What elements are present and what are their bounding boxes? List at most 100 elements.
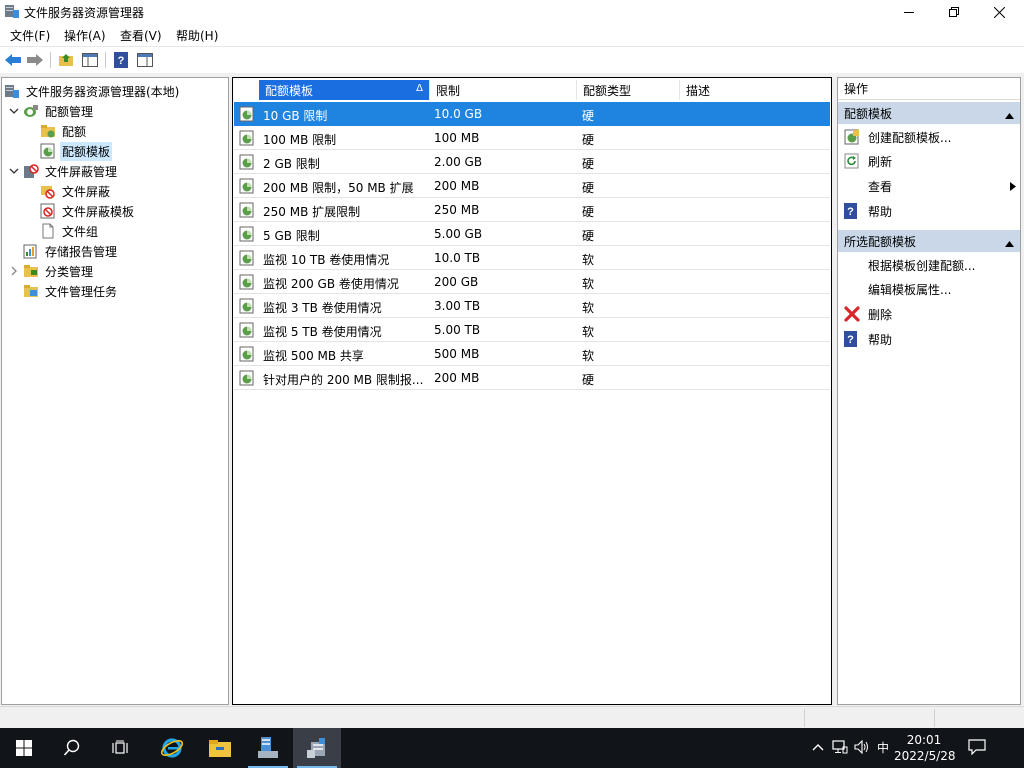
column-header-template[interactable]: 配额模板 Δ — [259, 80, 430, 100]
create-quota-template-action[interactable]: 创建配额模板... — [844, 125, 1020, 149]
tree-item-quota-template[interactable]: 配额模板 — [40, 141, 113, 161]
tree-label: 文件屏蔽模板 — [62, 204, 135, 219]
help-action[interactable]: ? 帮助 — [844, 199, 1020, 223]
clock[interactable]: 20:01 2022/5/28 — [894, 732, 956, 764]
table-row[interactable]: 监视 10 TB 卷使用情况 10.0 TB 软 — [234, 246, 830, 270]
column-header-quota-type[interactable]: 配额类型 — [577, 80, 680, 100]
tree-item-quota[interactable]: 配额 — [40, 121, 88, 141]
internet-explorer-icon — [160, 738, 184, 758]
column-header-description[interactable]: 描述 — [680, 80, 830, 100]
tree-item-file-screen-management[interactable]: 文件屏蔽管理 — [8, 161, 119, 181]
forward-arrow-icon[interactable] — [25, 51, 45, 69]
column-header-limit[interactable]: 限制 — [430, 80, 577, 100]
tree-item-file-screen[interactable]: 文件屏蔽 — [40, 181, 112, 201]
file-server-resource-manager-button[interactable] — [293, 728, 341, 768]
edit-template-properties-action[interactable]: 编辑模板属性... — [844, 277, 1020, 301]
clock-time: 20:01 — [906, 733, 942, 747]
menu-view[interactable]: 查看(V) — [118, 27, 164, 44]
refresh-action[interactable]: 刷新 — [844, 149, 1020, 173]
table-row[interactable]: 监视 500 MB 共享 500 MB 软 — [234, 342, 830, 366]
tree-item-file-management-tasks[interactable]: 文件管理任务 — [23, 281, 119, 301]
file-server-icon — [4, 83, 20, 99]
collapse-up-icon[interactable] — [1005, 108, 1014, 122]
show-hide-action-pane-icon[interactable] — [135, 51, 155, 69]
cell-quota-type: 硬 — [582, 373, 595, 387]
start-button[interactable] — [0, 728, 48, 768]
cell-quota-type: 硬 — [582, 205, 595, 219]
network-icon[interactable] — [832, 740, 848, 757]
table-row[interactable]: 2 GB 限制 2.00 GB 硬 — [234, 150, 830, 174]
section-selected-quota-template[interactable]: 所选配额模板 — [838, 230, 1020, 252]
file-server-icon — [307, 738, 325, 758]
tree-item-storage-reports[interactable]: 存储报告管理 — [23, 241, 119, 261]
search-button[interactable] — [48, 728, 96, 768]
create-quota-from-template-action[interactable]: 根据模板创建配额... — [844, 253, 1020, 277]
toolbar: ? — [0, 46, 1024, 73]
tree-item-root[interactable]: 文件服务器资源管理器(本地) — [4, 81, 181, 101]
collapse-up-icon[interactable] — [1005, 236, 1014, 250]
action-label: 帮助 — [868, 332, 893, 347]
menu-bar: 文件(F) 操作(A) 查看(V) 帮助(H) — [0, 24, 1024, 45]
view-action[interactable]: 查看 — [844, 174, 1020, 198]
show-hidden-icons-chevron-up-icon[interactable] — [812, 740, 824, 754]
help-icon[interactable]: ? — [111, 51, 131, 69]
table-row[interactable]: 5 GB 限制 5.00 GB 硬 — [234, 222, 830, 246]
table-row[interactable]: 100 MB 限制 100 MB 硬 — [234, 126, 830, 150]
quota-management-icon — [23, 103, 39, 119]
menu-action[interactable]: 操作(A) — [62, 27, 108, 44]
close-button[interactable] — [976, 0, 1022, 24]
blank-icon — [844, 257, 860, 273]
table-row[interactable]: 250 MB 扩展限制 250 MB 硬 — [234, 198, 830, 222]
tree-item-classification[interactable]: 分类管理 — [8, 261, 95, 281]
table-row[interactable]: 针对用户的 200 MB 限制报... 200 MB 硬 — [234, 366, 830, 390]
volume-icon[interactable] — [854, 739, 870, 757]
server-manager-button[interactable] — [244, 728, 292, 768]
back-arrow-icon[interactable] — [3, 51, 23, 69]
action-label: 帮助 — [868, 204, 893, 219]
cell-template-name: 2 GB 限制 — [263, 157, 320, 171]
restore-button[interactable] — [931, 0, 977, 24]
help-action-selected[interactable]: ? 帮助 — [844, 327, 1020, 351]
show-hide-tree-icon[interactable] — [80, 51, 100, 69]
status-segment — [804, 709, 934, 727]
console-tree: 文件服务器资源管理器(本地) 配额管理 配额 配额模板 文件屏蔽管理 文件屏蔽 … — [1, 77, 229, 705]
quota-template-icon — [239, 346, 255, 362]
internet-explorer-button[interactable] — [148, 728, 196, 768]
task-view-button[interactable] — [96, 728, 144, 768]
folder-icon — [209, 740, 231, 757]
action-label: 编辑模板属性... — [868, 282, 952, 297]
cell-quota-type: 硬 — [582, 157, 595, 171]
blank-icon — [844, 178, 860, 194]
classification-icon — [23, 263, 39, 279]
ime-indicator[interactable]: 中 — [877, 739, 889, 756]
chevron-down-icon[interactable] — [8, 165, 20, 177]
tree-item-quota-management[interactable]: 配额管理 — [8, 101, 95, 121]
table-row[interactable]: 监视 3 TB 卷使用情况 3.00 TB 软 — [234, 294, 830, 318]
chevron-down-icon[interactable] — [8, 105, 20, 117]
up-folder-icon[interactable] — [56, 51, 76, 69]
table-row[interactable]: 10 GB 限制 10.0 GB 硬 — [234, 102, 830, 126]
tree-label: 配额 — [62, 124, 87, 139]
system-tray: 中 20:01 2022/5/28 — [804, 728, 1024, 768]
tree-item-file-screen-template[interactable]: 文件屏蔽模板 — [40, 201, 136, 221]
tree-label: 文件服务器资源管理器(本地) — [26, 84, 180, 99]
notifications-icon[interactable] — [968, 739, 986, 758]
menu-file[interactable]: 文件(F) — [8, 27, 52, 44]
refresh-icon — [844, 153, 860, 169]
tree-item-file-group[interactable]: 文件组 — [40, 221, 100, 241]
file-explorer-button[interactable] — [196, 728, 244, 768]
table-row[interactable]: 200 MB 限制，50 MB 扩展 200 MB 硬 — [234, 174, 830, 198]
menu-help[interactable]: 帮助(H) — [174, 27, 220, 44]
actions-pane: 操作 配额模板 创建配额模板... 刷新 查看 ? 帮助 所选配额模板 根据模板… — [837, 77, 1021, 705]
table-row[interactable]: 监视 5 TB 卷使用情况 5.00 TB 软 — [234, 318, 830, 342]
minimize-button[interactable] — [886, 0, 932, 24]
storage-report-icon — [23, 243, 39, 259]
chevron-right-icon[interactable] — [8, 265, 20, 277]
delete-action[interactable]: 删除 — [844, 302, 1020, 326]
table-row[interactable]: 监视 200 GB 卷使用情况 200 GB 软 — [234, 270, 830, 294]
section-quota-templates[interactable]: 配额模板 — [838, 102, 1020, 124]
cell-limit: 100 MB — [434, 131, 480, 145]
cell-quota-type: 软 — [582, 277, 595, 291]
tree-label: 配额管理 — [45, 104, 94, 119]
quota-template-icon — [239, 226, 255, 242]
